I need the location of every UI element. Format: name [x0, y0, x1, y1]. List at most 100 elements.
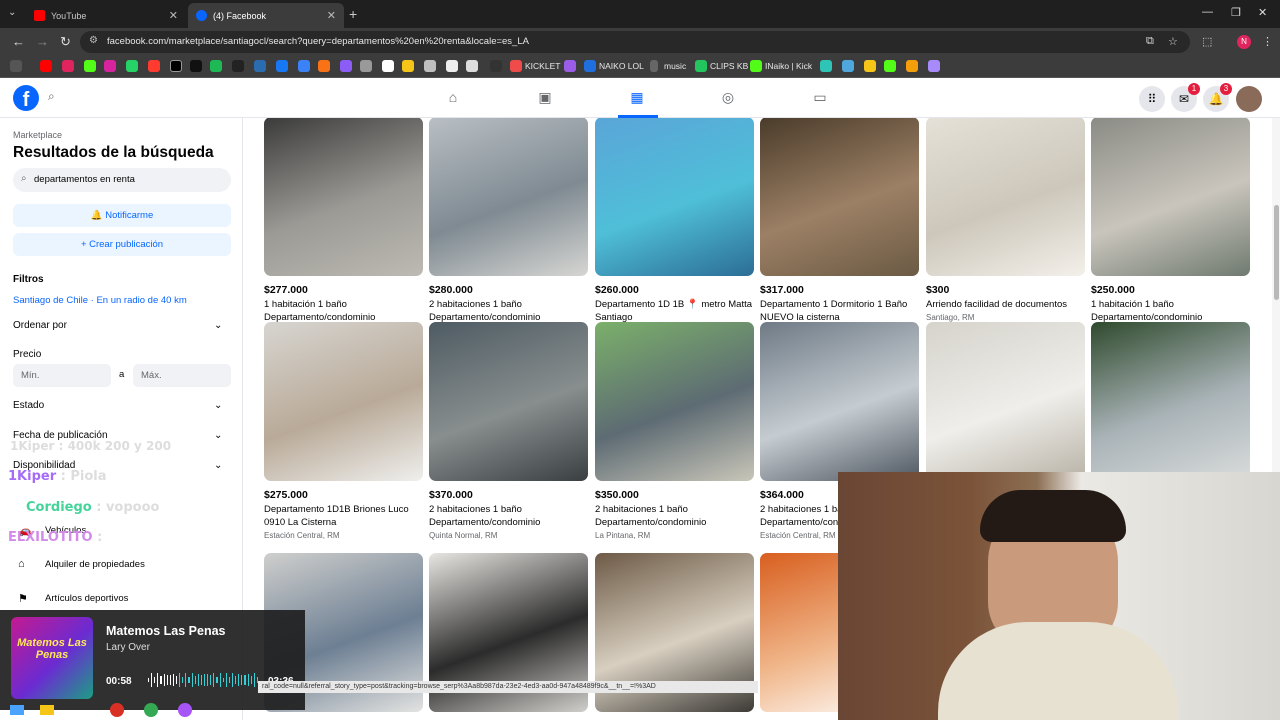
- chevron-down-icon[interactable]: ⌄: [214, 400, 222, 411]
- create-listing-button[interactable]: + Crear publicación: [13, 233, 231, 256]
- site-info-icon[interactable]: ⚙: [89, 35, 98, 46]
- listing-title[interactable]: Departamento 1D 1B 📍 metro Matta Santiag…: [595, 298, 754, 324]
- tab-search-icon[interactable]: ⌄: [8, 7, 22, 21]
- tab-facebook[interactable]: (4) Facebook ✕: [188, 3, 344, 28]
- bookmark-icon[interactable]: [318, 60, 330, 72]
- listing-title[interactable]: 2 habitaciones 1 baño Departamento/condo…: [595, 503, 754, 529]
- bookmark-icon[interactable]: [62, 60, 74, 72]
- bookmark-icon[interactable]: [928, 60, 940, 72]
- kicklet-bookmark-icon[interactable]: [510, 60, 522, 72]
- listing-photo[interactable]: [760, 322, 919, 481]
- taskbar-icon[interactable]: [144, 703, 158, 717]
- max-price-input[interactable]: Máx.: [133, 364, 231, 387]
- min-price-input[interactable]: Mín.: [13, 364, 111, 387]
- listing-card[interactable]: [1091, 322, 1250, 481]
- listing-photo[interactable]: [264, 322, 423, 481]
- listing-card[interactable]: $260.000 Departamento 1D 1B 📍 metro Matta…: [595, 118, 754, 335]
- bookmark-icon[interactable]: [360, 60, 372, 72]
- category-sports[interactable]: Artículos deportivos: [45, 593, 128, 604]
- close-tab-icon[interactable]: ✕: [169, 9, 178, 22]
- listing-photo[interactable]: [429, 322, 588, 481]
- bookmark-star-icon[interactable]: ☆: [1168, 35, 1178, 48]
- listing-photo[interactable]: [926, 118, 1085, 276]
- bookmark-icon[interactable]: [884, 60, 896, 72]
- listing-photo[interactable]: [429, 118, 588, 276]
- bookmark-icon[interactable]: [466, 60, 478, 72]
- music-bookmark-icon[interactable]: [650, 60, 658, 72]
- marketplace-icon[interactable]: ▦: [627, 89, 647, 109]
- listing-photo[interactable]: [1091, 118, 1250, 276]
- search-icon[interactable]: ⌕: [48, 89, 55, 104]
- video-icon[interactable]: ▣: [535, 89, 555, 109]
- groups-icon[interactable]: ◎: [718, 89, 738, 109]
- install-icon[interactable]: ⧉: [1146, 35, 1154, 48]
- chevron-down-icon[interactable]: ⌄: [214, 320, 222, 331]
- listing-card[interactable]: $300 Arriendo facilidad de documentos Sant…: [926, 118, 1085, 322]
- tab-youtube[interactable]: YouTube ✕: [26, 3, 186, 28]
- listing-title[interactable]: Departamento 1 Dormitorio 1 Baño NUEVO l…: [760, 298, 919, 324]
- listing-card[interactable]: $280.000 2 habitaciones 1 baño Departamen…: [429, 118, 588, 335]
- bookmark-icon[interactable]: [446, 60, 458, 72]
- back-icon[interactable]: ←: [12, 34, 25, 49]
- listing-photo[interactable]: [595, 322, 754, 481]
- listing-card[interactable]: $275.000 Departamento 1D1B Briones Luco 0…: [264, 322, 423, 540]
- bookmark-icon[interactable]: [490, 60, 502, 72]
- bookmark-kicklet[interactable]: KICKLET: [525, 61, 560, 71]
- bookmark-music[interactable]: music: [664, 61, 686, 71]
- account-avatar[interactable]: [1236, 86, 1262, 112]
- home-icon[interactable]: ⌂: [443, 89, 463, 109]
- whatsapp-bookmark-icon[interactable]: [126, 60, 138, 72]
- profile-avatar[interactable]: N: [1237, 35, 1251, 49]
- listing-photo[interactable]: [1091, 322, 1250, 481]
- listing-card[interactable]: $370.000 2 habitaciones 1 baño Departamen…: [429, 322, 588, 540]
- restore-button[interactable]: ❐: [1231, 6, 1241, 19]
- listing-photo[interactable]: [264, 118, 423, 276]
- listing-title[interactable]: 1 habitación 1 baño Departamento/condomi…: [1091, 298, 1250, 324]
- spotify-bookmark-icon[interactable]: [210, 60, 222, 72]
- kick-bookmark-icon[interactable]: [84, 60, 96, 72]
- listing-title[interactable]: 2 habitaciones 1 baño Departamento/condo…: [429, 298, 588, 324]
- new-tab-button[interactable]: +: [349, 6, 357, 22]
- bookmark-inaiko-kick[interactable]: INaiko | Kick: [765, 61, 812, 71]
- bookmark-icon[interactable]: [254, 60, 266, 72]
- bookmark-clips-kb[interactable]: CLIPS KB: [710, 61, 748, 71]
- minimize-button[interactable]: —: [1202, 6, 1213, 18]
- listing-title[interactable]: 2 habitaciones 1 baño Departamento/condo…: [429, 503, 588, 529]
- tiktok-bookmark-icon[interactable]: [190, 60, 202, 72]
- category-rentals[interactable]: Alquiler de propiedades: [45, 559, 145, 570]
- x-bookmark-icon[interactable]: [170, 60, 182, 72]
- forward-icon[interactable]: →: [36, 34, 49, 49]
- notify-button[interactable]: 🔔 Notificarme: [13, 204, 231, 227]
- apps-icon[interactable]: [10, 60, 22, 72]
- listing-card[interactable]: $250.000 1 habitación 1 baño Departamento…: [1091, 118, 1250, 335]
- bookmark-icon[interactable]: [298, 60, 310, 72]
- bookmark-icon[interactable]: [820, 60, 832, 72]
- bookmark-naiko-lol[interactable]: NAIKO LOL: [599, 61, 644, 71]
- extensions-icon[interactable]: ⬚: [1202, 35, 1212, 48]
- search-input[interactable]: ⌕ departamentos en renta: [13, 168, 231, 192]
- chevron-down-icon[interactable]: ⌄: [214, 430, 222, 441]
- listing-card[interactable]: $350.000 2 habitaciones 1 baño Departamen…: [595, 322, 754, 540]
- taskbar-icon[interactable]: [178, 703, 192, 717]
- instagram-bookmark-icon[interactable]: [104, 60, 116, 72]
- listing-title[interactable]: Departamento 1D1B Briones Luco 0910 La C…: [264, 503, 423, 529]
- listing-photo[interactable]: [926, 322, 1085, 481]
- chrome-menu-icon[interactable]: ⋮: [1262, 35, 1273, 48]
- bookmark-icon[interactable]: [424, 60, 436, 72]
- bookmark-icon[interactable]: [842, 60, 854, 72]
- bookmark-icon[interactable]: [906, 60, 918, 72]
- menu-grid-icon[interactable]: ⠿: [1139, 86, 1165, 112]
- address-bar[interactable]: ⚙ facebook.com/marketplace/santiagocl/se…: [80, 31, 1190, 53]
- bookmark-icon[interactable]: [276, 60, 288, 72]
- location-filter[interactable]: Santiago de Chile · En un radio de 40 km: [13, 295, 187, 306]
- listing-title[interactable]: Arriendo facilidad de documentos: [926, 298, 1085, 311]
- listing-card[interactable]: $277.000 1 habitación 1 baño Departamento…: [264, 118, 423, 335]
- kick-bookmark-icon[interactable]: [750, 60, 762, 72]
- youtube-bookmark-icon[interactable]: [40, 60, 52, 72]
- listing-card[interactable]: $317.000 Departamento 1 Dormitorio 1 Baño…: [760, 118, 919, 335]
- discord-bookmark-icon[interactable]: [564, 60, 576, 72]
- breadcrumb[interactable]: Marketplace: [13, 130, 62, 140]
- listing-title[interactable]: 1 habitación 1 baño Departamento/condomi…: [264, 298, 423, 324]
- clips-bookmark-icon[interactable]: [695, 60, 707, 72]
- facebook-logo[interactable]: f: [13, 85, 39, 111]
